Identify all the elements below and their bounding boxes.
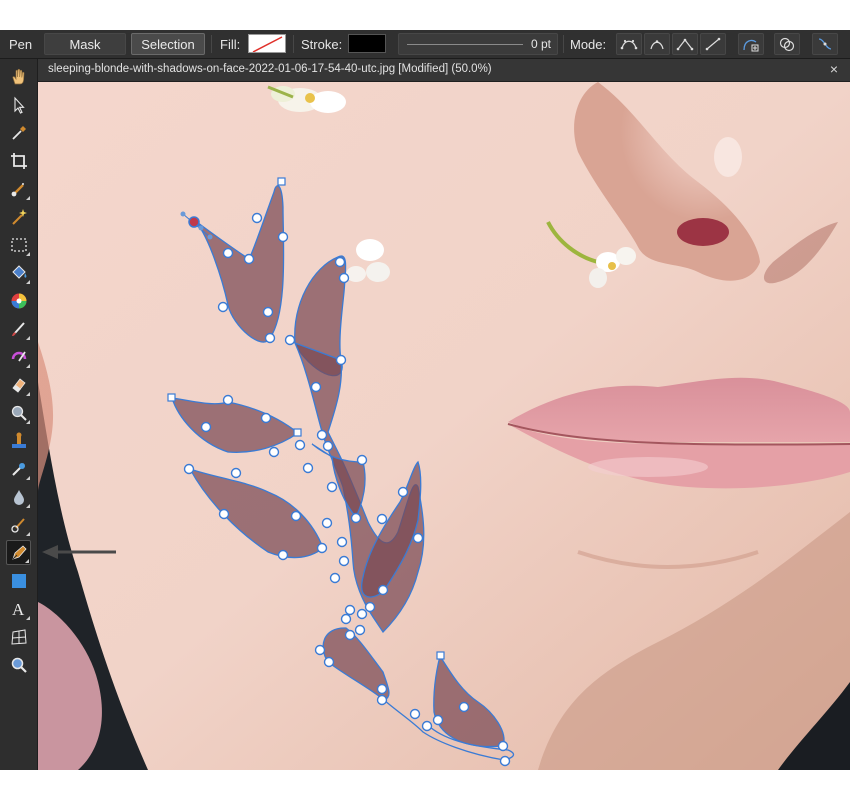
line-mode-button[interactable] bbox=[700, 33, 726, 55]
line-mode-icon bbox=[705, 37, 721, 51]
tool-flyout-indicator bbox=[26, 364, 30, 368]
erase-brush-tool[interactable] bbox=[6, 372, 31, 397]
dodge-tool[interactable] bbox=[6, 400, 31, 425]
annotation-arrow-icon bbox=[42, 545, 116, 559]
selection-brush-tool[interactable] bbox=[6, 176, 31, 201]
tool-flyout-indicator bbox=[26, 280, 30, 284]
tool-flyout-indicator bbox=[26, 532, 30, 536]
gradient-tool[interactable] bbox=[6, 288, 31, 313]
tool-flyout-indicator bbox=[25, 559, 29, 563]
tool-flyout-indicator bbox=[26, 504, 30, 508]
toolbar-divider bbox=[563, 35, 564, 53]
mesh-warp-tool[interactable] bbox=[6, 624, 31, 649]
crop-icon bbox=[10, 152, 27, 169]
mesh-warp-icon bbox=[10, 628, 27, 645]
no-fill-icon bbox=[252, 36, 283, 52]
tool-flyout-indicator bbox=[26, 420, 30, 424]
mode-label: Mode: bbox=[570, 36, 607, 52]
color-wheel-icon bbox=[11, 293, 26, 308]
eyedropper-icon bbox=[11, 125, 26, 140]
healing-brush-tool[interactable] bbox=[6, 456, 31, 481]
pen-mode-icon bbox=[620, 39, 638, 50]
hand-icon bbox=[12, 68, 24, 84]
nose-highlight bbox=[714, 137, 742, 177]
pen-mode-button[interactable] bbox=[616, 33, 642, 55]
flood-fill-tool[interactable] bbox=[6, 260, 31, 285]
document-title: sleeping-blonde-with-shadows-on-face-202… bbox=[48, 63, 492, 75]
mask-button[interactable]: Mask bbox=[44, 33, 126, 55]
smudge-brush-tool[interactable] bbox=[6, 512, 31, 537]
tool-flyout-indicator bbox=[26, 476, 30, 480]
affinity-photo-window: Pen Mask Selection Fill: Stroke: 0 pt Mo… bbox=[0, 30, 850, 770]
crop-tool[interactable] bbox=[6, 148, 31, 173]
tool-flyout-indicator bbox=[26, 392, 30, 396]
stroke-label: Stroke: bbox=[301, 36, 343, 52]
rectangle-icon bbox=[11, 573, 26, 588]
curve-options-button[interactable] bbox=[812, 33, 838, 55]
color-picker-tool[interactable] bbox=[6, 120, 31, 145]
nostril bbox=[677, 218, 729, 246]
context-toolbar: Pen Mask Selection Fill: Stroke: 0 pt Mo… bbox=[0, 30, 850, 59]
stroke-swatch[interactable] bbox=[348, 34, 386, 53]
document-tab[interactable]: sleeping-blonde-with-shadows-on-face-202… bbox=[38, 59, 850, 82]
photo-canvas-svg[interactable] bbox=[38, 82, 850, 770]
rectangle-tool[interactable] bbox=[6, 568, 31, 593]
stamp-icon bbox=[11, 432, 26, 448]
smart-mode-button[interactable] bbox=[644, 33, 670, 55]
tool-name-label: Pen bbox=[9, 36, 33, 52]
flood-select-tool[interactable] bbox=[6, 204, 31, 229]
lip-highlight bbox=[588, 457, 708, 477]
polygon-mode-button[interactable] bbox=[672, 33, 698, 55]
paint-brush-tool[interactable] bbox=[6, 316, 31, 341]
tools-panel: A bbox=[0, 59, 38, 770]
tool-flyout-indicator bbox=[26, 336, 30, 340]
toolbar-divider bbox=[293, 35, 294, 53]
document-canvas[interactable] bbox=[38, 82, 850, 770]
new-curve-button[interactable] bbox=[738, 33, 764, 55]
clone-brush-tool[interactable] bbox=[6, 428, 31, 453]
geometry-button[interactable] bbox=[774, 33, 800, 55]
fill-label: Fill: bbox=[220, 36, 241, 52]
tool-flyout-indicator bbox=[26, 616, 30, 620]
move-tool[interactable] bbox=[6, 92, 31, 117]
tool-flyout-indicator bbox=[26, 252, 30, 256]
smart-mode-icon bbox=[650, 40, 664, 50]
slider-track bbox=[407, 44, 523, 45]
close-document-icon[interactable]: × bbox=[830, 61, 838, 77]
curve-options-icon bbox=[818, 38, 832, 50]
toolbar-divider bbox=[211, 35, 212, 53]
artistic-text-tool[interactable]: A bbox=[6, 596, 31, 621]
pen-tool[interactable] bbox=[6, 540, 31, 565]
new-curve-icon bbox=[743, 39, 759, 52]
color-replacement-tool[interactable] bbox=[6, 344, 31, 369]
magnifier-icon bbox=[11, 657, 27, 673]
selection-button[interactable]: Selection bbox=[131, 33, 205, 55]
pointer-icon bbox=[13, 96, 25, 114]
stroke-width-slider[interactable]: 0 pt bbox=[398, 33, 558, 55]
hand-tool[interactable] bbox=[6, 64, 31, 89]
tool-flyout-indicator bbox=[26, 196, 30, 200]
blur-brush-tool[interactable] bbox=[6, 484, 31, 509]
zoom-tool[interactable] bbox=[6, 652, 31, 677]
magic-wand-icon bbox=[11, 208, 27, 225]
stroke-width-value: 0 pt bbox=[530, 37, 551, 51]
geometry-icon bbox=[779, 37, 795, 52]
marquee-tool[interactable] bbox=[6, 232, 31, 257]
svg-text:A: A bbox=[12, 600, 25, 619]
polygon-mode-icon bbox=[676, 38, 694, 51]
fill-swatch[interactable] bbox=[248, 34, 286, 53]
